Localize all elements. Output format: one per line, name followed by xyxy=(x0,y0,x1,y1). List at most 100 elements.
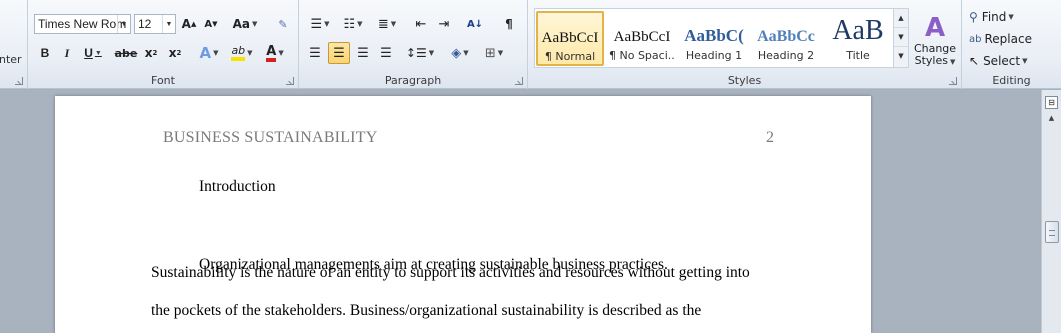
style-name: Title xyxy=(846,49,870,62)
gallery-more-icon[interactable]: ▼ xyxy=(894,47,908,66)
align-left-icon: ☰ xyxy=(309,45,321,61)
find-button[interactable]: ⚲ Find ▼ xyxy=(968,6,1034,28)
sort-az-icon: A↓ xyxy=(466,18,484,30)
style-sample: AaBbC( xyxy=(684,26,744,45)
vertical-scrollbar[interactable]: ⊟ ▲ xyxy=(1041,90,1061,333)
style-title[interactable]: AaB Title xyxy=(824,11,892,66)
strikethrough-icon: abe xyxy=(114,46,138,60)
scrollbar-thumb[interactable] xyxy=(1045,221,1059,243)
superscript-button[interactable]: x2 xyxy=(165,42,185,64)
change-styles-button[interactable]: A Change Styles ▼ xyxy=(911,8,959,72)
style-normal[interactable]: AaBbCcI ¶ Normal xyxy=(536,11,604,66)
change-styles-icon: A xyxy=(924,12,946,43)
line-spacing-icon: ↕☰ xyxy=(405,46,427,60)
style-name: Heading 1 xyxy=(685,49,743,62)
shrink-font-icon: A xyxy=(204,18,213,30)
font-color-button[interactable]: A ▼ xyxy=(261,42,289,64)
superscript-icon: x xyxy=(168,46,177,60)
change-styles-label-2: Styles xyxy=(914,53,948,67)
style-gallery-scroller: ▲ ▼ ▼ xyxy=(893,8,909,68)
italic-button[interactable]: I xyxy=(58,42,76,64)
view-ruler-icon[interactable]: ⊟ xyxy=(1045,96,1058,109)
select-label: Select xyxy=(983,54,1021,68)
style-name: ¶ No Spaci... xyxy=(609,49,675,62)
pilcrow-icon: ¶ xyxy=(505,17,513,31)
align-center-button[interactable]: ☰ xyxy=(328,42,350,64)
paragraph-group-label: Paragraph xyxy=(384,74,442,87)
chevron-down-icon[interactable]: ▼ xyxy=(117,15,130,33)
body-line[interactable]: Sustainability is the nature of an entit… xyxy=(151,264,750,282)
multilevel-list-icon: ≣ xyxy=(377,16,389,32)
binoculars-icon: ⚲ xyxy=(969,10,978,24)
style-heading-2[interactable]: AaBbCc Heading 2 xyxy=(752,11,820,66)
subscript-button[interactable]: x2 xyxy=(141,42,161,64)
underline-button[interactable]: U ▼ xyxy=(80,42,106,64)
justify-button[interactable]: ☰ xyxy=(376,42,396,64)
show-formatting-marks-button[interactable]: ¶ xyxy=(499,13,519,35)
numbering-button[interactable]: ☷ ▼ xyxy=(338,13,368,35)
style-no-spacing[interactable]: AaBbCcI ¶ No Spaci... xyxy=(608,11,676,66)
borders-button[interactable]: ⊞ ▼ xyxy=(479,42,509,64)
justify-icon: ☰ xyxy=(380,45,392,61)
document-page[interactable]: BUSINESS SUSTAINABILITY 2 Introduction O… xyxy=(55,96,871,333)
styles-dialog-launcher[interactable] xyxy=(949,77,957,85)
heading-introduction[interactable]: Introduction xyxy=(199,178,276,196)
chevron-down-icon[interactable]: ▼ xyxy=(162,15,175,33)
font-group: Times New Rom ▼ 12 ▼ A ▲ A ▼ Aa ▼ ✎ B I U ▼ … xyxy=(28,0,299,89)
multilevel-list-button[interactable]: ≣ ▼ xyxy=(371,13,403,35)
page-number[interactable]: 2 xyxy=(766,129,774,147)
editing-group: ⚲ Find ▼ ab Replace ↖ Select ▼ Editing xyxy=(962,0,1061,89)
bold-button[interactable]: B xyxy=(36,42,54,64)
style-name: ¶ Normal xyxy=(544,50,596,63)
decrease-indent-button[interactable]: ⇤ xyxy=(411,13,431,35)
italic-icon: I xyxy=(64,45,70,60)
subscript-icon: x xyxy=(144,46,153,60)
text-highlight-button[interactable]: ab ▼ xyxy=(227,42,257,64)
font-name-combo[interactable]: Times New Rom ▼ xyxy=(34,14,131,34)
bullet-list-icon: ☰ xyxy=(310,16,323,32)
clipboard-dialog-launcher[interactable] xyxy=(15,77,23,85)
line-spacing-button[interactable]: ↕☰ ▼ xyxy=(405,42,435,64)
paragraph-dialog-launcher[interactable] xyxy=(515,77,523,85)
bullets-button[interactable]: ☰ ▼ xyxy=(305,13,335,35)
font-size-value: 12 xyxy=(138,17,152,31)
align-center-icon: ☰ xyxy=(333,45,345,61)
text-effects-icon: A xyxy=(199,44,212,62)
gallery-down-icon[interactable]: ▼ xyxy=(894,28,908,47)
text-effects-button[interactable]: A ▼ xyxy=(195,42,223,64)
body-line[interactable]: the pockets of the stakeholders. Busines… xyxy=(151,302,701,320)
style-sample: AaBbCcI xyxy=(613,29,671,45)
grow-font-button[interactable]: A ▲ xyxy=(179,13,199,35)
grow-font-icon: A xyxy=(181,17,191,31)
align-right-icon: ☰ xyxy=(357,45,369,61)
clear-formatting-button[interactable]: ✎ xyxy=(272,13,294,35)
change-case-icon: Aa xyxy=(232,17,250,31)
gallery-up-icon[interactable]: ▲ xyxy=(894,9,908,28)
decrease-indent-icon: ⇤ xyxy=(415,16,427,32)
select-cursor-icon: ↖ xyxy=(969,54,980,68)
change-case-button[interactable]: Aa ▼ xyxy=(231,13,259,35)
paragraph-group: ☰ ▼ ☷ ▼ ≣ ▼ ⇤ ⇥ A↓ ¶ ☰ ☰ ☰ ☰ ↕☰ ▼ ◈ ▼ ⊞ … xyxy=(299,0,528,89)
running-header-title[interactable]: BUSINESS SUSTAINABILITY xyxy=(163,129,377,147)
style-heading-1[interactable]: AaBbC( Heading 1 xyxy=(680,11,748,66)
borders-icon: ⊞ xyxy=(484,45,496,61)
select-button[interactable]: ↖ Select ▼ xyxy=(968,50,1040,72)
find-label: Find xyxy=(981,10,1007,24)
strikethrough-button[interactable]: abe xyxy=(114,42,138,64)
clipboard-group: nter xyxy=(0,0,28,89)
style-sample: AaB xyxy=(832,15,884,46)
sort-button[interactable]: A↓ xyxy=(464,13,486,35)
align-left-button[interactable]: ☰ xyxy=(305,42,325,64)
replace-button[interactable]: ab Replace xyxy=(968,28,1040,50)
increase-indent-icon: ⇥ xyxy=(438,16,450,32)
font-name-value: Times New Rom xyxy=(38,17,127,31)
shading-button[interactable]: ◈ ▼ xyxy=(445,42,475,64)
scroll-up-icon[interactable]: ▲ xyxy=(1045,114,1058,124)
font-dialog-launcher[interactable] xyxy=(286,77,294,85)
shrink-font-button[interactable]: A ▼ xyxy=(201,13,221,35)
paste-special-partial-label[interactable]: nter xyxy=(0,53,22,66)
font-size-combo[interactable]: 12 ▼ xyxy=(134,14,176,34)
align-right-button[interactable]: ☰ xyxy=(353,42,373,64)
increase-indent-button[interactable]: ⇥ xyxy=(434,13,454,35)
numbered-list-icon: ☷ xyxy=(343,16,356,32)
